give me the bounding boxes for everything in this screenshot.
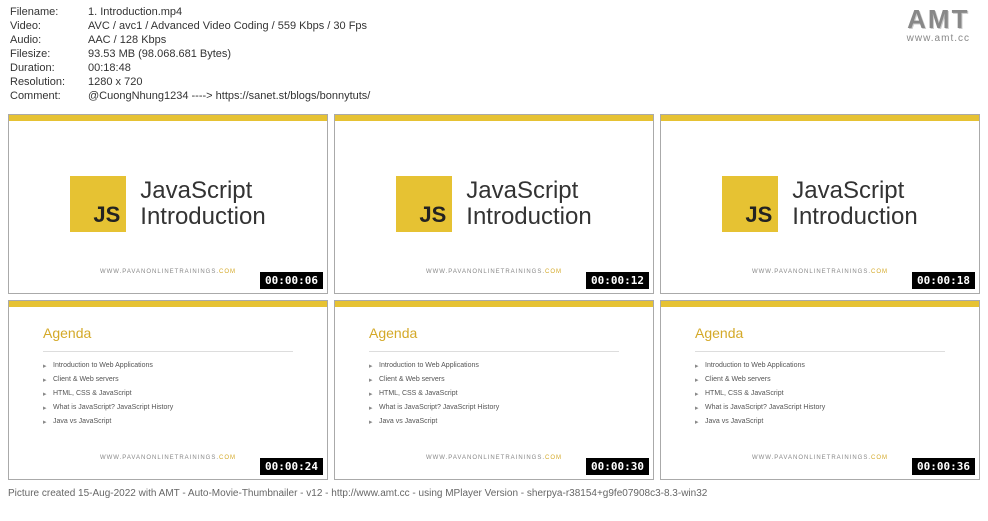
timestamp: 00:00:18 [912,272,975,289]
agenda-slide: Agenda Introduction to Web Applications … [335,301,653,479]
timestamp: 00:00:12 [586,272,649,289]
accent-bar [661,115,979,121]
agenda-item: Introduction to Web Applications [369,362,619,369]
agenda-item: What is JavaScript? JavaScript History [695,404,945,411]
agenda-heading: Agenda [43,325,293,341]
divider [369,351,619,352]
agenda-item: Java vs JavaScript [43,418,293,425]
thumbnail-grid: JS JavaScriptIntroduction WWW.PAVANONLIN… [0,110,988,484]
comment-value: @CuongNhung1234 ----> https://sanet.st/b… [88,90,370,102]
slide-title: JavaScriptIntroduction [792,178,917,231]
agenda-item: Client & Web servers [695,376,945,383]
logo-text: AMT [907,4,970,35]
thumbnail: JS JavaScriptIntroduction WWW.PAVANONLIN… [660,114,980,294]
thumbnail: JS JavaScriptIntroduction WWW.PAVANONLIN… [8,114,328,294]
filesize-label: Filesize: [10,48,88,60]
audio-value: AAC / 128 Kbps [88,34,166,46]
agenda-heading: Agenda [369,325,619,341]
thumbnail: JS JavaScriptIntroduction WWW.PAVANONLIN… [334,114,654,294]
js-badge-icon: JS [396,176,452,232]
timestamp: 00:00:30 [586,458,649,475]
metadata-header: Filename:1. Introduction.mp4 Video:AVC /… [0,0,988,110]
agenda-slide: Agenda Introduction to Web Applications … [9,301,327,479]
agenda-item: HTML, CSS & JavaScript [369,390,619,397]
video-value: AVC / avc1 / Advanced Video Coding / 559… [88,20,367,32]
timestamp: 00:00:36 [912,458,975,475]
divider [43,351,293,352]
agenda-item: Java vs JavaScript [369,418,619,425]
agenda-item: HTML, CSS & JavaScript [695,390,945,397]
agenda-item: Client & Web servers [369,376,619,383]
filename-label: Filename: [10,6,88,18]
accent-bar [335,115,653,121]
slide-content: JS JavaScriptIntroduction [335,115,653,293]
js-badge-icon: JS [722,176,778,232]
filename-value: 1. Introduction.mp4 [88,6,182,18]
agenda-item: Java vs JavaScript [695,418,945,425]
agenda-item: Introduction to Web Applications [43,362,293,369]
accent-bar [9,115,327,121]
comment-label: Comment: [10,90,88,102]
timestamp: 00:00:06 [260,272,323,289]
resolution-label: Resolution: [10,76,88,88]
amt-logo: AMT www.amt.cc [907,4,970,44]
thumbnail: Agenda Introduction to Web Applications … [660,300,980,480]
slide-title: JavaScriptIntroduction [466,178,591,231]
generator-credit: Picture created 15-Aug-2022 with AMT - A… [0,484,988,503]
agenda-item: Introduction to Web Applications [695,362,945,369]
agenda-item: Client & Web servers [43,376,293,383]
agenda-heading: Agenda [695,325,945,341]
logo-url: www.amt.cc [907,33,970,44]
filesize-value: 93.53 MB (98.068.681 Bytes) [88,48,231,60]
agenda-item: What is JavaScript? JavaScript History [369,404,619,411]
thumbnail: Agenda Introduction to Web Applications … [334,300,654,480]
duration-label: Duration: [10,62,88,74]
slide-content: JS JavaScriptIntroduction [661,115,979,293]
agenda-item: What is JavaScript? JavaScript History [43,404,293,411]
timestamp: 00:00:24 [260,458,323,475]
audio-label: Audio: [10,34,88,46]
js-badge-icon: JS [70,176,126,232]
slide-content: JS JavaScriptIntroduction [9,115,327,293]
duration-value: 00:18:48 [88,62,131,74]
video-label: Video: [10,20,88,32]
divider [695,351,945,352]
agenda-item: HTML, CSS & JavaScript [43,390,293,397]
slide-title: JavaScriptIntroduction [140,178,265,231]
agenda-slide: Agenda Introduction to Web Applications … [661,301,979,479]
resolution-value: 1280 x 720 [88,76,142,88]
thumbnail: Agenda Introduction to Web Applications … [8,300,328,480]
